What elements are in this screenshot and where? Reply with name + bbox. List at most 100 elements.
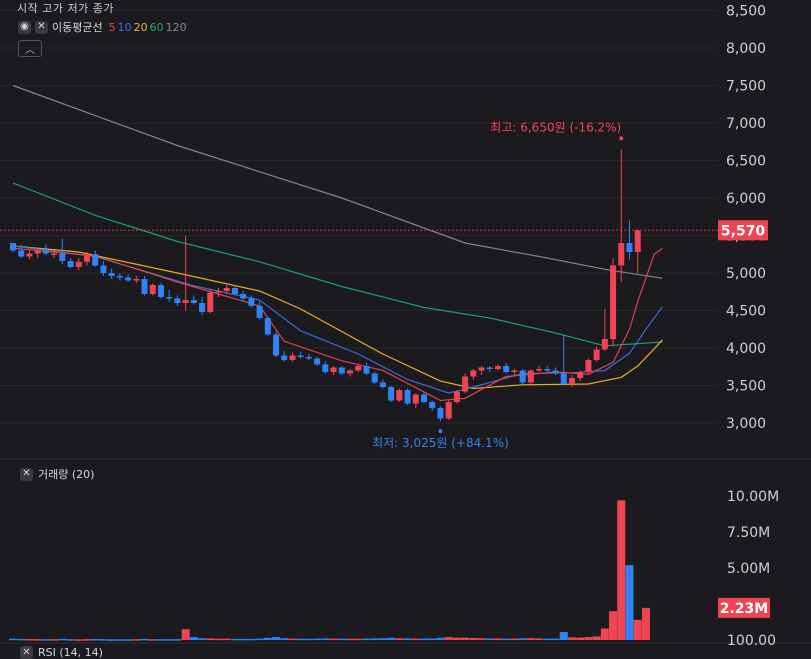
candle-body: [503, 366, 510, 372]
price-axis-tick: 4,000: [726, 341, 766, 357]
candle-body: [404, 390, 411, 404]
close-icon[interactable]: ✕: [35, 20, 48, 34]
volume-bar: [510, 638, 519, 641]
volume-bar: [485, 638, 494, 640]
price-grid: [0, 10, 718, 424]
ma-period-10: 10: [117, 20, 132, 34]
volume-bar: [346, 638, 355, 641]
close-icon[interactable]: ✕: [20, 467, 33, 481]
ma-period-120: 120: [165, 20, 187, 34]
price-axis-tick: 6,500: [726, 154, 766, 170]
volume-bar: [107, 639, 116, 641]
volume-bar: [526, 638, 535, 640]
volume-bar: [337, 638, 346, 641]
candle-body: [437, 408, 444, 419]
volume-bar: [378, 638, 387, 640]
candle-body: [59, 253, 66, 261]
candle-body: [634, 230, 641, 252]
volume-bar: [189, 637, 198, 640]
candle-body: [371, 373, 378, 383]
volume-bar: [502, 638, 511, 641]
candle-body: [190, 300, 197, 303]
volume-bar: [74, 639, 83, 641]
volume-bar: [625, 565, 634, 640]
candle-body: [10, 243, 16, 251]
volume-axis-tick: 7.50M: [727, 525, 770, 541]
volume-bar: [329, 638, 338, 641]
volume-bar: [436, 637, 445, 640]
candle-body: [494, 366, 501, 369]
volume-bar: [115, 639, 124, 641]
candle-body: [601, 339, 608, 350]
candle-body: [223, 288, 230, 291]
moving-average-legend: ◉ ✕ 이동평균선 5 10 20 60 120: [18, 19, 187, 35]
visibility-toggle-icon[interactable]: ◉: [18, 20, 31, 34]
candle-body: [519, 370, 526, 383]
candle-body: [51, 253, 58, 255]
candle-body: [347, 370, 354, 374]
candle-body: [453, 391, 460, 402]
price-axis-tick: 5,000: [726, 266, 766, 282]
low-marker: [438, 429, 443, 434]
price-axis-tick: 4,500: [726, 304, 766, 320]
volume-bar: [576, 637, 585, 640]
volume-bar: [444, 637, 453, 640]
volume-bar: [543, 638, 552, 641]
ohlc-legend: 시작 고가 저가 종가: [17, 2, 114, 15]
volume-bar: [395, 638, 404, 640]
candle-body: [379, 382, 386, 387]
candle-body: [231, 288, 238, 294]
candle-body: [75, 261, 82, 267]
moving-average-line-10: [12, 245, 663, 394]
volume-bar: [206, 638, 215, 640]
candle-body: [264, 318, 271, 335]
candle-body: [626, 243, 633, 252]
candle-body: [305, 357, 312, 359]
volume-bar: [50, 639, 59, 641]
volume-bar: [132, 639, 141, 641]
volume-bar: [66, 639, 75, 641]
volume-bar: [477, 638, 486, 640]
candle-body: [568, 378, 575, 384]
volume-bar: [239, 638, 248, 641]
candle-body: [100, 265, 107, 273]
volume-axis-tick: 5.00M: [727, 561, 770, 577]
volume-bar: [617, 500, 626, 640]
volume-bar: [173, 639, 182, 641]
stock-chart[interactable]: 8,5008,0007,5007,0006,5006,0005,5005,000…: [0, 0, 811, 655]
candle-body: [141, 279, 148, 294]
volume-bar: [296, 638, 305, 641]
candle-body: [511, 370, 518, 372]
moving-average-line-20: [12, 245, 663, 390]
candle-body: [256, 306, 263, 318]
moving-average-line-60: [12, 182, 663, 347]
volume-legend: ✕ 거래량 (20): [20, 466, 94, 482]
chevron-up-icon: ︿: [25, 45, 35, 56]
candle-body: [560, 373, 567, 384]
volume-bar: [165, 639, 174, 641]
volume-bar: [551, 638, 560, 641]
close-icon[interactable]: ✕: [20, 646, 33, 659]
candle-body: [593, 349, 600, 360]
candle-body: [92, 254, 99, 266]
volume-bar: [313, 638, 322, 641]
volume-bar: [403, 638, 412, 640]
candle-body: [478, 367, 485, 371]
candle-body: [610, 265, 617, 339]
price-axis-tick: 8,000: [726, 41, 766, 57]
volume-bar: [288, 638, 297, 641]
high-marker: [619, 136, 624, 141]
volume-bar: [362, 638, 371, 641]
volume-bar: [304, 638, 313, 641]
candle-body: [34, 250, 41, 254]
collapse-button[interactable]: ︿: [18, 40, 42, 57]
volume-bar: [354, 638, 363, 641]
candle-body: [330, 367, 337, 372]
volume-bar: [181, 629, 190, 640]
volume-bar: [17, 638, 26, 641]
volume-bar: [535, 638, 544, 640]
price-axis-tick: 7,500: [726, 79, 766, 95]
volume-bar: [272, 637, 281, 640]
candle-body: [536, 369, 543, 371]
volume-bar: [148, 639, 157, 641]
